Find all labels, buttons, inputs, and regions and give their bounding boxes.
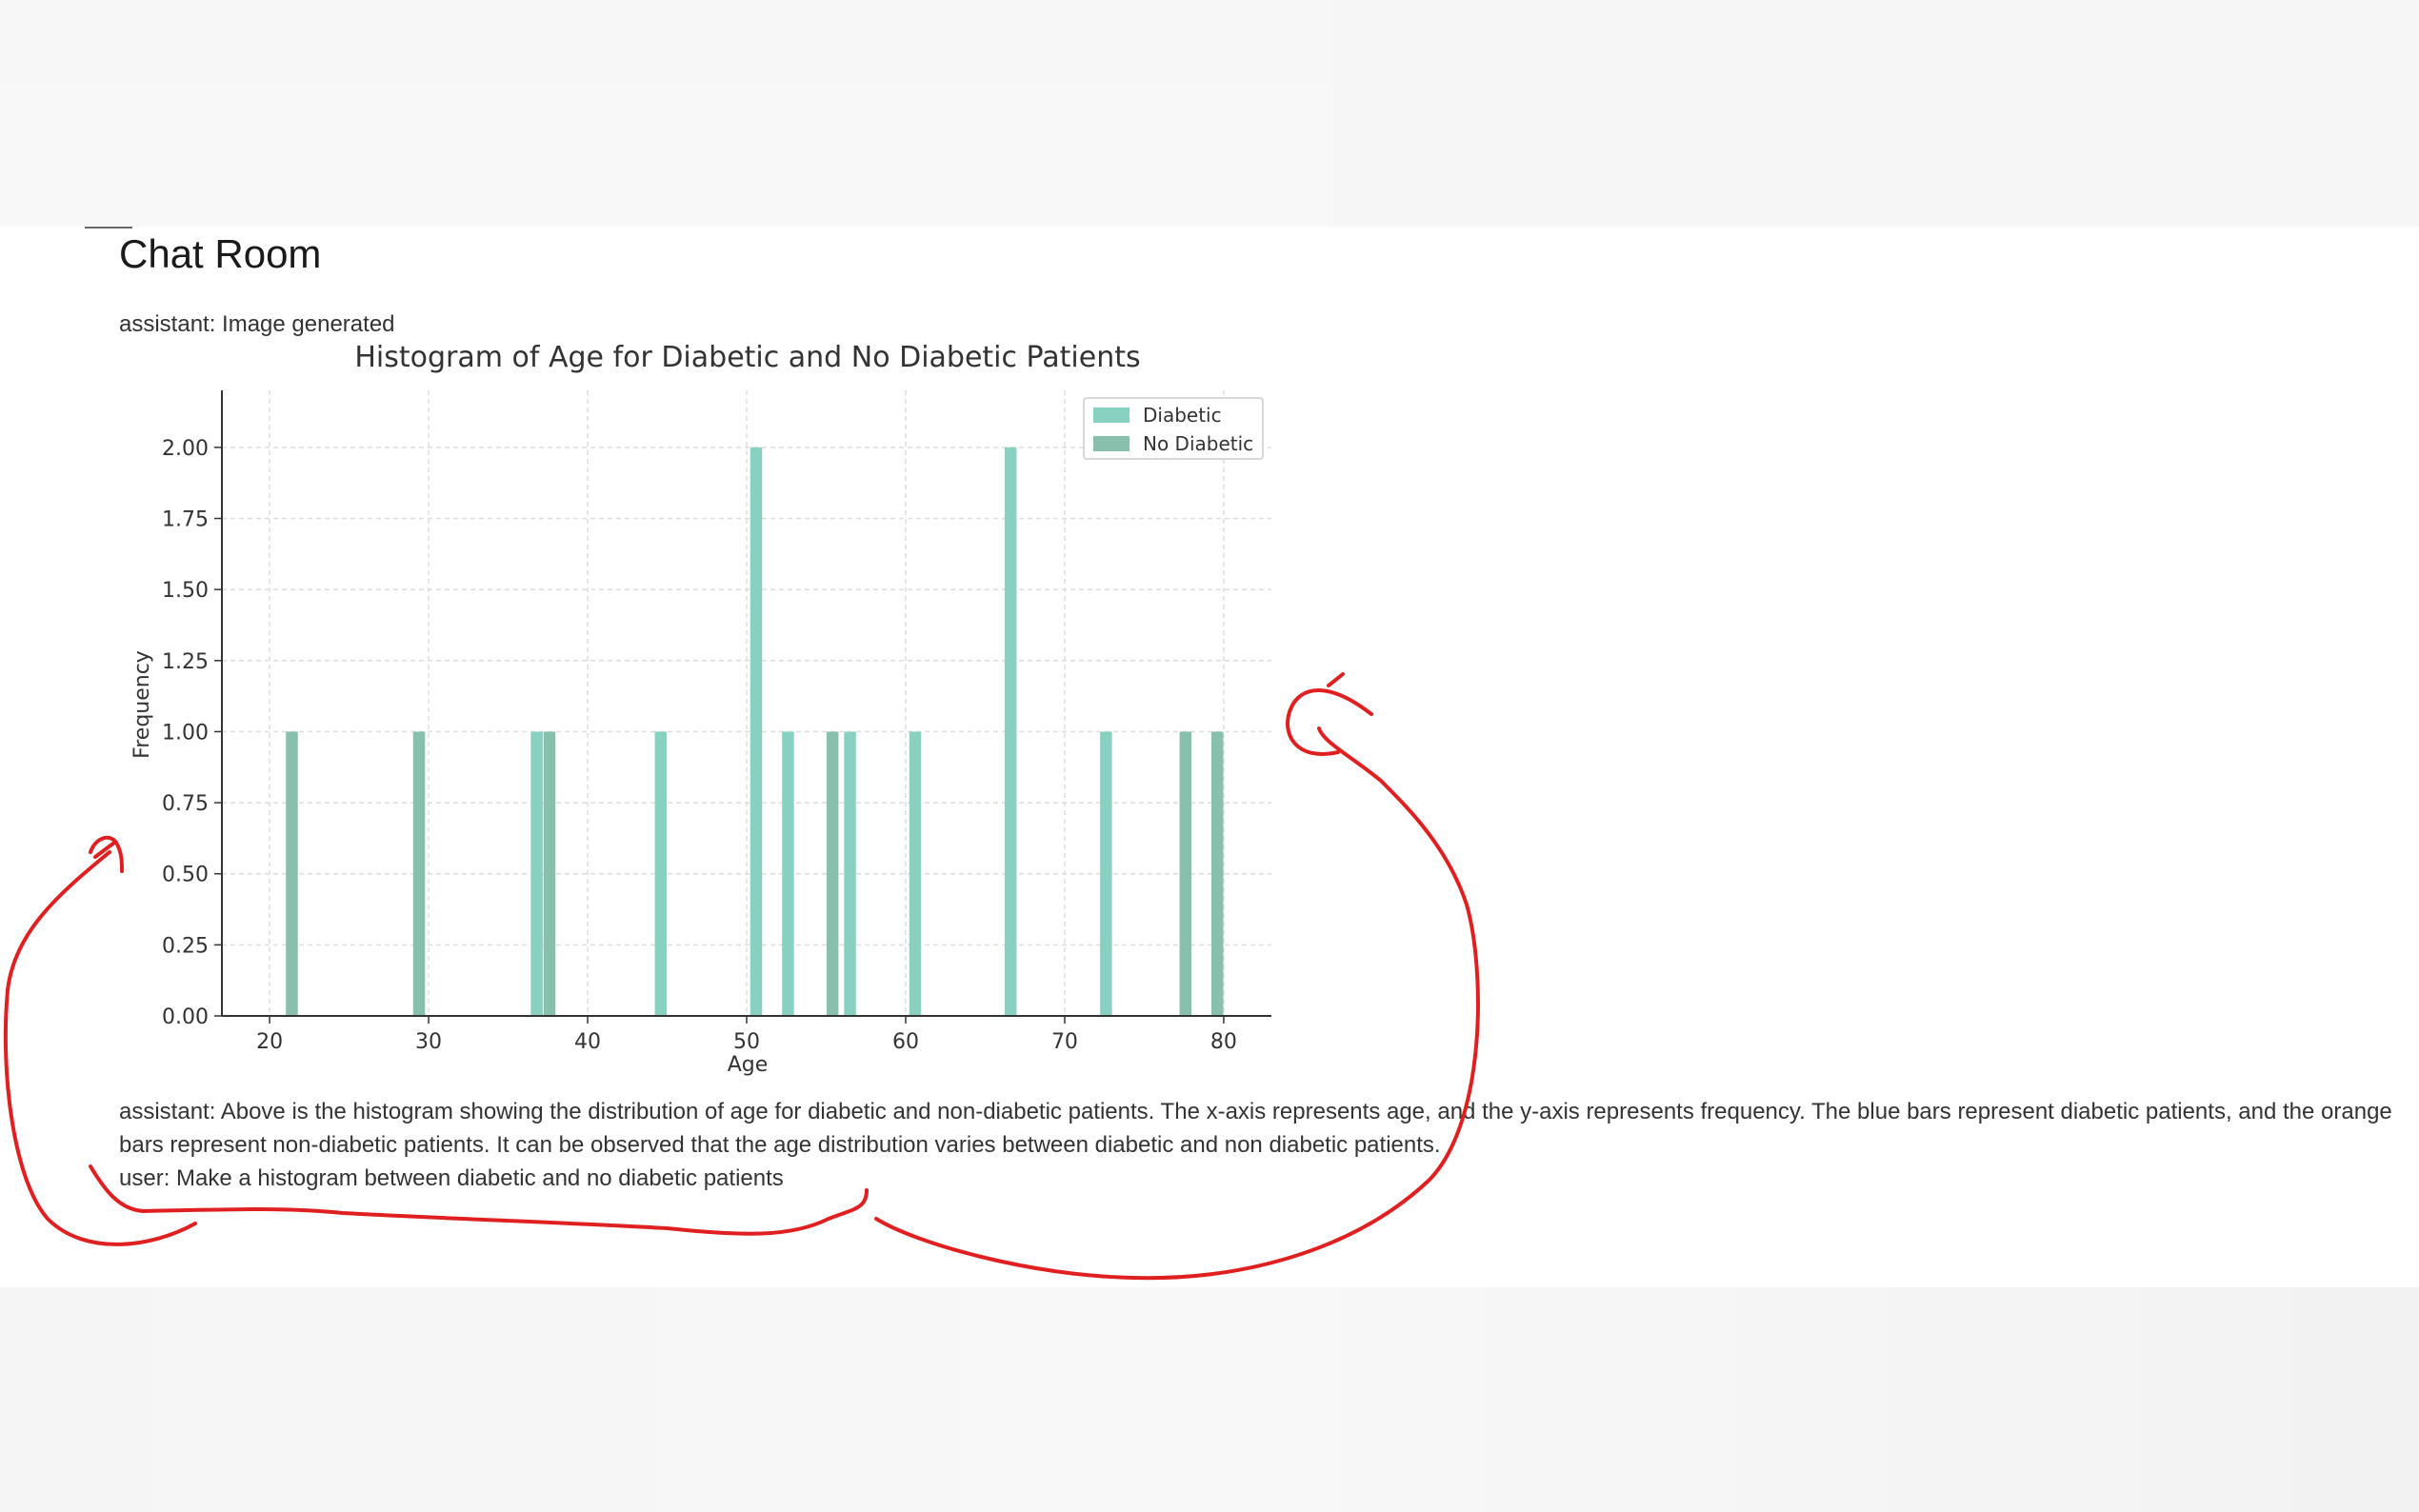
x-tick-label: 30 <box>415 1030 442 1054</box>
y-axis-label: Frequency <box>130 650 154 759</box>
page-title: Chat Room <box>119 231 322 276</box>
bottom-background <box>0 1287 2419 1512</box>
x-tick-label: 70 <box>1051 1030 1078 1054</box>
x-tick-label: 50 <box>733 1030 760 1054</box>
x-tick-label: 20 <box>256 1030 283 1054</box>
y-tick-label: 2.00 <box>162 437 209 461</box>
legend-label-no-diabetic: No Diabetic <box>1143 432 1253 455</box>
bar-diabetic <box>1100 731 1112 1016</box>
x-axis-label: Age <box>728 1053 769 1077</box>
bar-diabetic <box>844 731 856 1016</box>
x-tick-label: 40 <box>574 1030 601 1054</box>
legend-swatch-diabetic <box>1093 408 1130 423</box>
chart-ticks: 20 30 40 50 60 70 80 0.00 0.25 0.50 0.75 1.00 1.25 1.… <box>162 437 1237 1054</box>
chart-axes <box>214 390 1271 1024</box>
bar-no-diabetic <box>1210 731 1224 1016</box>
histogram-chart: 20 30 40 50 60 70 80 0.00 0.25 0.50 0.75 1.00 1.25 1.… <box>130 343 1271 1077</box>
y-tick-label: 1.50 <box>162 579 209 603</box>
bar-no-diabetic <box>543 731 556 1016</box>
y-tick-label: 1.00 <box>162 721 209 745</box>
bar-no-diabetic <box>412 731 426 1016</box>
y-tick-label: 1.75 <box>162 508 209 532</box>
y-tick-label: 1.25 <box>162 650 209 674</box>
y-tick-label: 0.50 <box>162 864 209 887</box>
legend-swatch-no-diabetic <box>1093 436 1130 451</box>
x-tick-label: 80 <box>1210 1030 1237 1054</box>
y-tick-label: 0.00 <box>162 1005 209 1029</box>
bar-diabetic <box>782 731 794 1016</box>
bar-diabetic <box>654 731 668 1016</box>
bar-no-diabetic <box>1179 731 1192 1016</box>
bar-diabetic <box>750 447 763 1016</box>
bar-no-diabetic <box>286 731 298 1016</box>
chat-message-assistant-description: assistant: Above is the histogram showin… <box>119 1099 2392 1158</box>
chart-title: Histogram of Age for Diabetic and No Dia… <box>354 343 1140 374</box>
bar-diabetic <box>530 731 543 1016</box>
chat-message-assistant-image: assistant: Image generated <box>119 311 395 337</box>
chat-message-user: user: Make a histogram between diabetic … <box>119 1165 784 1191</box>
legend-label-diabetic: Diabetic <box>1143 404 1222 427</box>
bar-diabetic <box>1004 447 1017 1016</box>
chart-grid <box>222 390 1271 1017</box>
y-tick-label: 0.75 <box>162 792 209 816</box>
bar-diabetic <box>909 731 922 1016</box>
x-tick-label: 60 <box>892 1030 919 1054</box>
chart-legend: Diabetic No Diabetic <box>1083 397 1264 460</box>
y-tick-label: 0.25 <box>162 934 209 958</box>
top-background <box>0 0 1333 227</box>
bar-no-diabetic <box>826 731 839 1016</box>
